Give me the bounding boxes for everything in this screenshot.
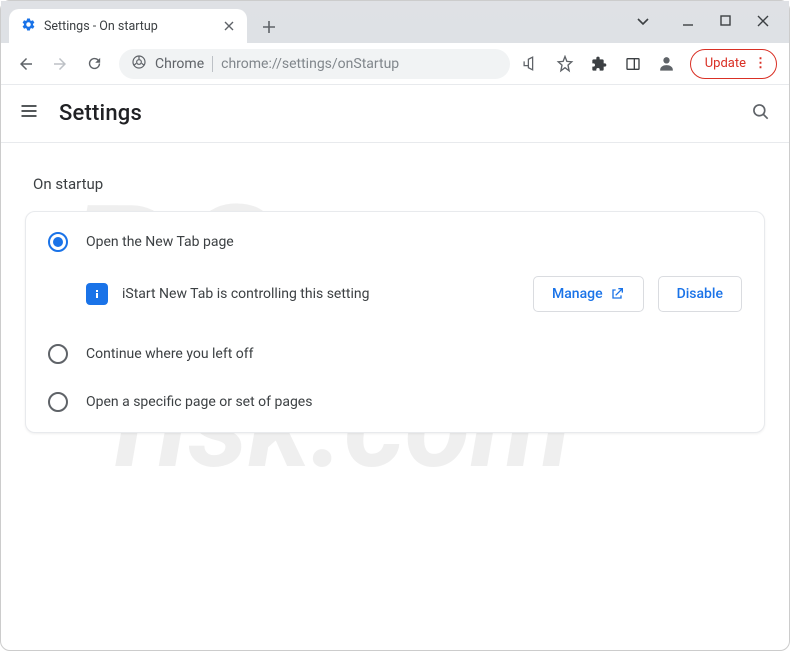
share-icon[interactable] — [520, 53, 542, 75]
disable-button[interactable]: Disable — [658, 276, 742, 312]
extensions-icon[interactable] — [588, 53, 610, 75]
browser-tab[interactable]: Settings - On startup — [9, 9, 247, 43]
radio-selected-icon[interactable] — [48, 232, 68, 252]
maximize-button[interactable] — [720, 15, 731, 33]
section-label: On startup — [33, 175, 765, 193]
gear-icon — [21, 17, 36, 36]
update-label: Update — [705, 56, 746, 71]
titlebar: Settings - On startup — [1, 1, 789, 43]
omnibox-url: chrome://settings/onStartup — [221, 56, 399, 72]
update-button[interactable]: Update ⋮ — [690, 49, 777, 79]
chevron-down-icon[interactable] — [636, 15, 656, 33]
option-label: Continue where you left off — [86, 346, 254, 362]
extension-notice-text: iStart New Tab is controlling this setti… — [122, 286, 519, 302]
startup-card: Open the New Tab page iStart New Tab is … — [25, 211, 765, 433]
hamburger-icon[interactable] — [19, 101, 39, 126]
browser-toolbar: Chrome chrome://settings/onStartup Updat… — [1, 43, 789, 85]
omnibox-prefix: Chrome — [155, 56, 204, 72]
close-window-button[interactable] — [757, 15, 769, 33]
external-link-icon — [609, 286, 625, 302]
option-new-tab[interactable]: Open the New Tab page — [26, 218, 764, 266]
extension-notice-row: iStart New Tab is controlling this setti… — [26, 266, 764, 330]
bookmark-icon[interactable] — [554, 53, 576, 75]
extension-icon — [86, 283, 108, 305]
manage-button[interactable]: Manage — [533, 276, 644, 312]
option-continue[interactable]: Continue where you left off — [26, 330, 764, 378]
new-tab-button[interactable] — [255, 13, 283, 41]
page-title: Settings — [59, 101, 142, 126]
tab-title: Settings - On startup — [44, 19, 213, 34]
menu-dots-icon: ⋮ — [754, 56, 766, 71]
back-button[interactable] — [11, 49, 41, 79]
address-bar[interactable]: Chrome chrome://settings/onStartup — [119, 49, 510, 79]
settings-content: On startup Open the New Tab page iStart … — [1, 143, 789, 459]
radio-icon[interactable] — [48, 392, 68, 412]
minimize-button[interactable] — [682, 15, 694, 33]
chrome-icon — [131, 54, 147, 74]
radio-icon[interactable] — [48, 344, 68, 364]
option-label: Open a specific page or set of pages — [86, 394, 312, 410]
option-specific[interactable]: Open a specific page or set of pages — [26, 378, 764, 426]
search-icon[interactable] — [751, 102, 771, 126]
window-controls — [636, 15, 783, 43]
profile-icon[interactable] — [656, 53, 678, 75]
forward-button[interactable] — [45, 49, 75, 79]
option-label: Open the New Tab page — [86, 234, 234, 250]
sidepanel-icon[interactable] — [622, 53, 644, 75]
settings-header: Settings — [1, 85, 789, 143]
close-icon[interactable] — [221, 18, 237, 34]
reload-button[interactable] — [79, 49, 109, 79]
separator — [212, 56, 213, 72]
